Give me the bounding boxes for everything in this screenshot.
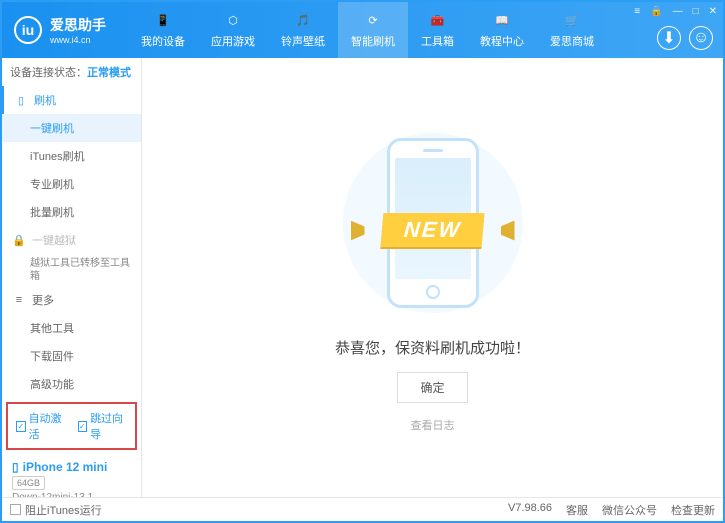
logo: iu 爱思助手 www.i4.cn — [2, 15, 118, 45]
sidebar-item-itunes[interactable]: iTunes刷机 — [2, 142, 141, 170]
version-label: V7.98.66 — [508, 502, 552, 518]
nav-ringtones[interactable]: 🎵铃声壁纸 — [268, 2, 338, 58]
device-model: Down-12mini-13,1 — [12, 492, 131, 497]
option-checkboxes: ✓自动激活 ✓跳过向导 — [6, 402, 137, 450]
device-phone-icon: ▯ — [12, 460, 19, 474]
nav-apps[interactable]: ⬡应用游戏 — [198, 2, 268, 58]
main-nav: 📱我的设备 ⬡应用游戏 🎵铃声壁纸 ⟳智能刷机 🧰工具箱 📖教程中心 🛒爱思商城 — [128, 2, 607, 58]
window-controls: ≡ 🔒 — □ ✕ — [634, 6, 717, 17]
view-log-link[interactable]: 查看日志 — [411, 417, 455, 433]
sidebar: 设备连接状态：正常模式 ▯ 刷机 一键刷机 iTunes刷机 专业刷机 批量刷机… — [2, 58, 142, 497]
jailbreak-note: 越狱工具已转移至工具箱 — [2, 254, 141, 286]
nav-store[interactable]: 🛒爱思商城 — [537, 2, 607, 58]
cart-icon: 🛒 — [563, 12, 581, 30]
section-more[interactable]: ≡ 更多 — [2, 286, 141, 314]
device-info[interactable]: ▯iPhone 12 mini 64GB Down-12mini-13,1 — [2, 454, 141, 497]
user-icon[interactable]: ☺ — [689, 26, 713, 50]
toolbox-icon: 🧰 — [429, 12, 447, 30]
nav-toolbox[interactable]: 🧰工具箱 — [408, 2, 467, 58]
refresh-icon: ⟳ — [364, 12, 382, 30]
lock-outline-icon: 🔒 — [12, 233, 26, 247]
app-header: iu 爱思助手 www.i4.cn 📱我的设备 ⬡应用游戏 🎵铃声壁纸 ⟳智能刷… — [2, 2, 723, 58]
header-actions: ⬇ ☺ — [657, 26, 713, 50]
nav-tutorials[interactable]: 📖教程中心 — [467, 2, 537, 58]
section-jailbreak[interactable]: 🔒 一键越狱 — [2, 226, 141, 254]
device-status: 设备连接状态：正常模式 — [2, 58, 141, 86]
block-itunes-label: 阻止iTunes运行 — [25, 502, 102, 518]
minimize-icon[interactable]: — — [673, 6, 683, 17]
wechat-link[interactable]: 微信公众号 — [602, 502, 657, 518]
device-capacity: 64GB — [12, 476, 45, 490]
section-flash[interactable]: ▯ 刷机 — [2, 86, 141, 114]
book-icon: 📖 — [493, 12, 511, 30]
app-title: 爱思助手 — [50, 15, 106, 35]
nav-flash[interactable]: ⟳智能刷机 — [338, 2, 408, 58]
success-message: 恭喜您，保资料刷机成功啦！ — [335, 337, 530, 358]
sidebar-item-advanced[interactable]: 高级功能 — [2, 370, 141, 398]
music-icon: 🎵 — [294, 12, 312, 30]
phone-icon: 📱 — [154, 12, 172, 30]
nav-my-device[interactable]: 📱我的设备 — [128, 2, 198, 58]
main-content: NEW 恭喜您，保资料刷机成功啦！ 确定 查看日志 — [142, 58, 723, 497]
checkbox-block-itunes[interactable] — [10, 504, 21, 515]
apps-icon: ⬡ — [224, 12, 242, 30]
close-icon[interactable]: ✕ — [709, 6, 717, 17]
list-icon: ≡ — [12, 293, 26, 307]
phone-outline-icon: ▯ — [14, 93, 28, 107]
sidebar-item-download[interactable]: 下载固件 — [2, 342, 141, 370]
maximize-icon[interactable]: □ — [693, 6, 699, 17]
download-icon[interactable]: ⬇ — [657, 26, 681, 50]
sidebar-item-other[interactable]: 其他工具 — [2, 314, 141, 342]
checkbox-auto-activate[interactable]: ✓自动激活 — [16, 410, 66, 442]
menu-icon[interactable]: ≡ — [634, 6, 640, 17]
sidebar-item-batch[interactable]: 批量刷机 — [2, 198, 141, 226]
footer: 阻止iTunes运行 V7.98.66 客服 微信公众号 检查更新 — [2, 497, 723, 521]
lock-icon[interactable]: 🔒 — [650, 6, 662, 17]
checkbox-skip-guide[interactable]: ✓跳过向导 — [78, 410, 128, 442]
phone-illustration: NEW — [353, 123, 513, 323]
app-subtitle: www.i4.cn — [50, 35, 106, 45]
logo-icon: iu — [14, 16, 42, 44]
new-badge: NEW — [380, 213, 484, 247]
ok-button[interactable]: 确定 — [397, 372, 467, 403]
check-update-link[interactable]: 检查更新 — [671, 502, 715, 518]
sidebar-item-pro[interactable]: 专业刷机 — [2, 170, 141, 198]
support-link[interactable]: 客服 — [566, 502, 588, 518]
sidebar-item-oneclick[interactable]: 一键刷机 — [2, 114, 141, 142]
